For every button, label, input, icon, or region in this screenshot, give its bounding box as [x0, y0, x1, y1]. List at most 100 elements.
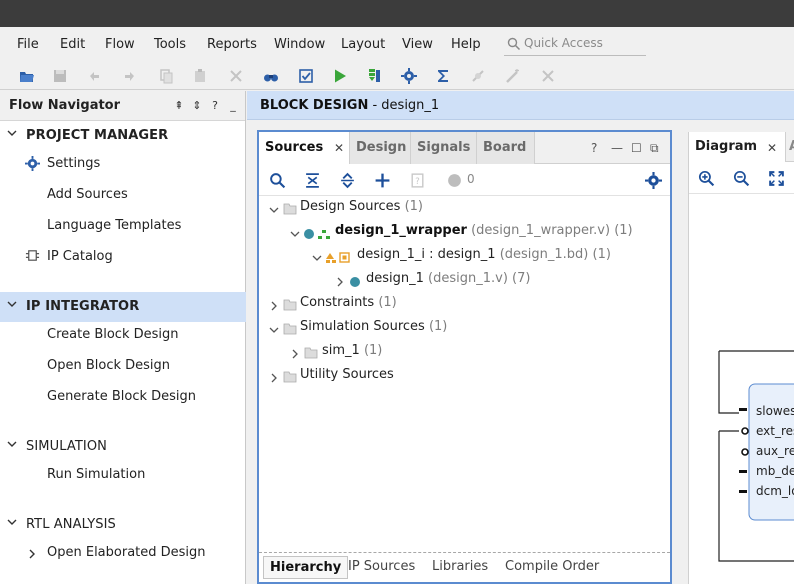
nav-item-generate-block-design[interactable]: Generate Block Design [47, 389, 196, 404]
wand-disabled-icon[interactable] [504, 67, 522, 85]
chevron-down-icon[interactable] [269, 325, 279, 335]
tab-next[interactable]: A [789, 139, 794, 154]
nav-item-open-block-design[interactable]: Open Block Design [47, 358, 170, 373]
menu-window[interactable]: Window [274, 37, 325, 52]
debug-disabled-icon[interactable] [469, 67, 487, 85]
chevron-right-icon[interactable] [290, 349, 300, 359]
copy-icon[interactable] [157, 67, 175, 85]
collapse-all-icon[interactable] [303, 171, 321, 189]
chevron-down-icon[interactable] [269, 205, 279, 215]
binoculars-icon[interactable] [262, 67, 280, 85]
menu-flow[interactable]: Flow [105, 37, 135, 52]
hierarchy-icon [318, 230, 330, 239]
open-project-icon[interactable] [18, 67, 36, 85]
zoom-in-icon[interactable] [698, 170, 715, 187]
sigma-icon[interactable] [434, 67, 452, 85]
chevron-right-icon[interactable] [269, 373, 279, 383]
diagram-toolbar [689, 163, 794, 194]
zoom-out-icon[interactable] [733, 170, 750, 187]
save-icon[interactable] [51, 67, 69, 85]
menu-help[interactable]: Help [451, 37, 481, 52]
diagram-panel: Diagram ✕ A slowes ext_res aux_re mb_de … [688, 132, 794, 584]
tree-row-design-sources[interactable]: Design Sources (1) [300, 199, 423, 223]
tree-row-utility-sources[interactable]: Utility Sources [300, 367, 394, 391]
menu-layout[interactable]: Layout [341, 37, 385, 52]
nav-item-language-templates[interactable]: Language Templates [47, 218, 181, 233]
section-rtl-analysis[interactable]: RTL ANALYSIS [0, 510, 246, 540]
chevron-right-icon[interactable] [335, 277, 345, 287]
minimize-icon[interactable]: _ [227, 99, 239, 113]
menu-tools[interactable]: Tools [154, 37, 186, 52]
folder-icon [304, 347, 318, 359]
quick-access-field[interactable]: Quick Access [504, 34, 646, 56]
maximize-icon[interactable]: ☐ [631, 141, 642, 155]
tab-board[interactable]: Board [477, 132, 535, 164]
tree-row-simulation-sources[interactable]: Simulation Sources (1) [300, 319, 447, 343]
delete-icon[interactable] [227, 67, 245, 85]
tab-design[interactable]: Design [350, 132, 411, 164]
tab-compile-order[interactable]: Compile Order [505, 559, 599, 574]
menu-file[interactable]: File [17, 37, 39, 52]
nav-item-run-simulation[interactable]: Run Simulation [47, 467, 145, 482]
undo-icon[interactable] [86, 67, 104, 85]
cancel-disabled-icon[interactable] [539, 67, 557, 85]
float-icon[interactable]: ⧉ [650, 141, 659, 156]
nav-item-settings[interactable]: Settings [47, 156, 100, 171]
help-icon[interactable]: ? [209, 99, 221, 113]
nav-item-add-sources[interactable]: Add Sources [47, 187, 128, 202]
menu-reports[interactable]: Reports [207, 37, 257, 52]
chevron-down-icon [7, 130, 17, 136]
tree-row-design-1-wrapper[interactable]: design_1_wrapper (design_1_wrapper.v) (1… [335, 223, 633, 247]
tab-label: Signals [417, 140, 471, 155]
section-simulation[interactable]: SIMULATION [0, 432, 246, 462]
module-icon [350, 277, 360, 287]
chevron-right-icon[interactable] [269, 301, 279, 311]
checkbox-icon[interactable] [297, 67, 315, 85]
run-icon[interactable] [331, 67, 349, 85]
close-icon[interactable]: ✕ [767, 141, 777, 155]
chevron-right-icon[interactable] [27, 549, 37, 559]
section-project-manager[interactable]: PROJECT MANAGER [0, 121, 246, 151]
section-ip-integrator[interactable]: IP INTEGRATOR [0, 292, 246, 322]
nav-item-create-block-design[interactable]: Create Block Design [47, 327, 179, 342]
svg-text:?: ? [415, 177, 420, 187]
tab-sources[interactable]: Sources ✕ [259, 132, 350, 164]
tree-row-sim-1[interactable]: sim_1 (1) [322, 343, 382, 367]
nav-item-ip-catalog[interactable]: IP Catalog [47, 249, 113, 264]
collapse-all-icon[interactable]: ⇞ [173, 99, 185, 113]
block-design-icon [326, 252, 350, 263]
sources-toolbar: ? 0 [259, 165, 670, 196]
gear-icon[interactable] [400, 67, 418, 85]
tab-ip-sources[interactable]: IP Sources [348, 559, 415, 574]
tab-libraries[interactable]: Libraries [432, 559, 488, 574]
tab-label: Design [356, 140, 407, 155]
properties-icon[interactable]: ? [408, 171, 426, 189]
gear-icon[interactable] [644, 171, 662, 189]
tab-signals[interactable]: Signals [411, 132, 477, 164]
minimize-icon[interactable]: — [611, 141, 623, 155]
add-icon[interactable] [373, 171, 391, 189]
menu-view[interactable]: View [402, 37, 433, 52]
main-toolbar [0, 61, 794, 90]
program-device-icon[interactable] [365, 67, 383, 85]
tree-row-constraints[interactable]: Constraints (1) [300, 295, 397, 319]
chevron-down-icon[interactable] [290, 229, 300, 239]
expand-all-icon[interactable]: ⇕ [191, 99, 203, 113]
tab-hierarchy[interactable]: Hierarchy [263, 556, 349, 579]
flow-navigator-header: Flow Navigator ⇞ ⇕ ? _ [0, 91, 245, 121]
tree-row-design-1[interactable]: design_1 (design_1.v) (7) [366, 271, 530, 295]
paste-icon[interactable] [191, 67, 209, 85]
menu-edit[interactable]: Edit [60, 37, 85, 52]
chevron-down-icon[interactable] [312, 253, 322, 263]
sources-bottom-tabs: Hierarchy IP Sources Libraries Compile O… [259, 552, 670, 582]
tab-diagram[interactable]: Diagram ✕ [689, 132, 786, 162]
search-icon[interactable] [268, 171, 286, 189]
zoom-fit-icon[interactable] [768, 170, 785, 187]
expand-all-icon[interactable] [338, 171, 356, 189]
block-design-title: BLOCK DESIGN - design_1 [260, 98, 440, 113]
close-icon[interactable]: ✕ [334, 141, 344, 155]
help-icon[interactable]: ? [591, 141, 597, 155]
nav-item-open-elaborated-design[interactable]: Open Elaborated Design [47, 545, 206, 560]
redo-icon[interactable] [120, 67, 138, 85]
tree-row-design-1-i[interactable]: design_1_i : design_1 (design_1.bd) (1) [357, 247, 611, 271]
